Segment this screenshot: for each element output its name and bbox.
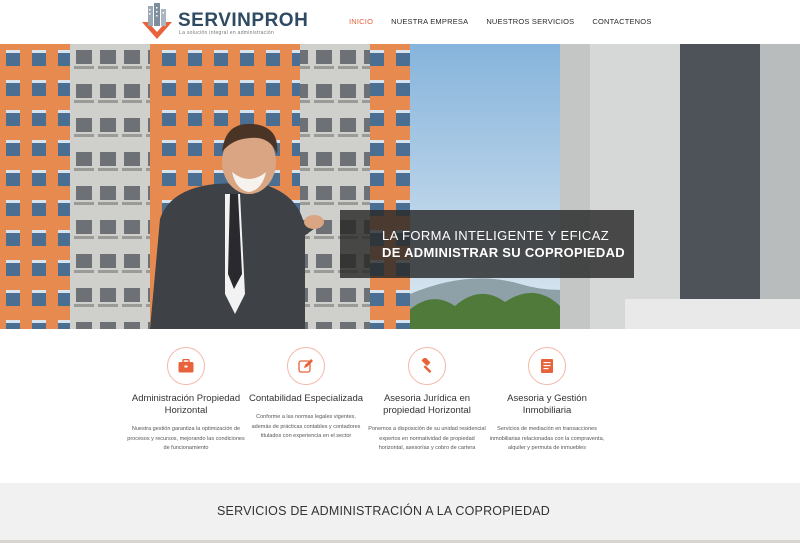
service-icon-circle — [167, 347, 205, 385]
logo[interactable]: SERVINPROH La solución integral en admin… — [140, 2, 308, 42]
main-nav: INICIO NUESTRA EMPRESA NUESTROS SERVICIO… — [349, 17, 670, 26]
nav-item-inicio[interactable]: INICIO — [349, 17, 373, 26]
hero-headline-2: DE ADMINISTRAR SU COPROPIEDAD — [382, 245, 625, 260]
gavel-icon — [421, 358, 432, 373]
service-card-contabilidad[interactable]: Contabilidad Especializada Conforme a la… — [241, 347, 371, 442]
site-header: SERVINPROH La solución integral en admin… — [0, 0, 800, 44]
service-icon-circle — [287, 347, 325, 385]
services-section: Administración Propiedad Horizontal Nues… — [0, 329, 800, 483]
section-title: SERVICIOS DE ADMINISTRACIÓN A LA COPROPI… — [217, 504, 550, 518]
nav-item-nuestra-empresa[interactable]: NUESTRA EMPRESA — [391, 17, 468, 26]
service-card-gestion-inmobiliaria[interactable]: Asesoria y Gestión Inmobiliaria Servicio… — [482, 347, 612, 454]
logo-tagline: La solución integral en administración — [179, 30, 275, 36]
document-icon — [541, 359, 553, 373]
service-description: Nuestra gestión garantiza la optimizació… — [127, 426, 245, 451]
service-description: Ponemos a disposición de su unidad resid… — [368, 426, 486, 451]
service-title: Contabilidad Especializada — [248, 393, 364, 404]
nav-item-contactenos[interactable]: CONTACTENOS — [592, 17, 651, 26]
hero-banner: LA FORMA INTELIGENTE Y EFICAZ DE ADMINIS… — [0, 44, 800, 329]
service-card-administracion[interactable]: Administración Propiedad Horizontal Nues… — [121, 347, 251, 454]
service-icon-circle — [528, 347, 566, 385]
edit-icon — [298, 359, 313, 373]
hero-image — [0, 44, 800, 329]
service-title: Administración Propiedad Horizontal — [131, 393, 241, 416]
service-title: Asesoria y Gestión Inmobiliaria — [507, 393, 587, 416]
section-band: SERVICIOS DE ADMINISTRACIÓN A LA COPROPI… — [0, 483, 800, 543]
hero-caption: LA FORMA INTELIGENTE Y EFICAZ DE ADMINIS… — [340, 210, 634, 278]
nav-item-nuestros-servicios[interactable]: NUESTROS SERVICIOS — [486, 17, 574, 26]
logo-building-icon — [142, 3, 172, 39]
service-title: Asesoria Jurídica en propiedad Horizonta… — [383, 393, 471, 416]
service-description: Conforme a las normas legales vigentes, … — [251, 414, 361, 439]
hero-headline-1: LA FORMA INTELIGENTE Y EFICAZ — [382, 228, 610, 243]
service-icon-circle — [408, 347, 446, 385]
service-card-asesoria-juridica[interactable]: Asesoria Jurídica en propiedad Horizonta… — [362, 347, 492, 454]
service-description: Servicios de mediación en transacciones … — [489, 426, 605, 451]
briefcase-icon — [178, 359, 194, 373]
logo-name: SERVINPROH — [178, 10, 309, 31]
